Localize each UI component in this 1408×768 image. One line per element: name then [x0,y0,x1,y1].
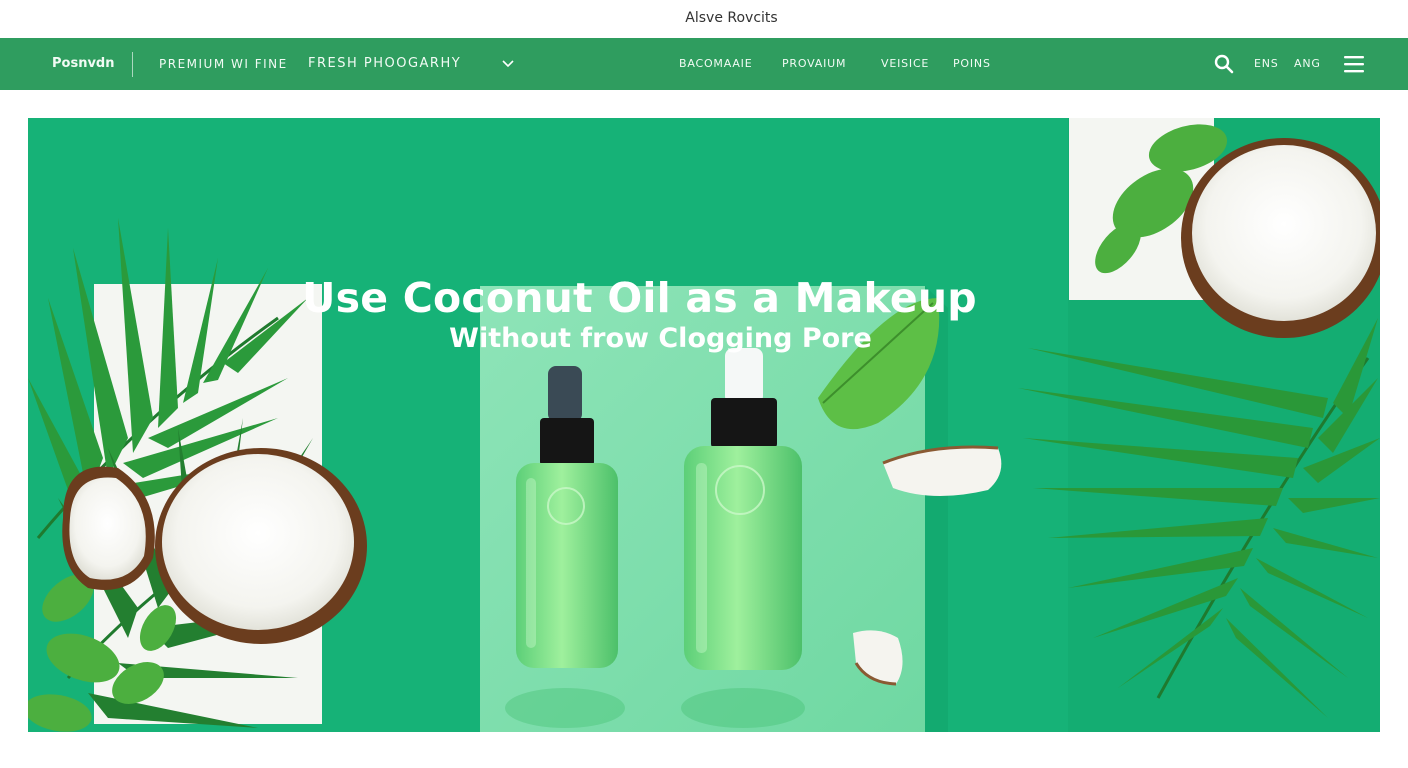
hero-title: Use Coconut Oil as a Makeup [302,274,977,322]
brand-logo[interactable]: Posnvdn [52,38,115,90]
hamburger-menu-icon[interactable] [1343,54,1365,74]
search-icon[interactable] [1214,54,1234,74]
hero-banner: Use Coconut Oil as a Makeup Without frow… [28,118,1380,732]
nav-item-4[interactable]: POINS [953,38,991,90]
nav-divider [132,52,133,77]
nav-item-fresh[interactable]: FRESH PHOOGARHY [308,38,461,90]
top-header: Alsve Rovcits [0,0,1408,38]
nav-item-1[interactable]: BACOMAAIE [679,38,752,90]
nav-item-3[interactable]: VEISICE [881,38,929,90]
chevron-down-icon[interactable] [500,57,516,71]
site-title[interactable]: Alsve Rovcits [685,10,777,26]
nav-item-2[interactable]: PROVAIUM [782,38,846,90]
nav-item-premium[interactable]: PREMIUM WI FINE [159,38,288,90]
nav-item-lang-2[interactable]: ANG [1294,38,1321,90]
nav-item-lang-1[interactable]: ENS [1254,38,1279,90]
main-navbar: Posnvdn PREMIUM WI FINE FRESH PHOOGARHY … [0,38,1408,90]
hero-subtitle: Without frow Clogging Pore [449,323,872,354]
hero-image [28,118,1380,732]
coconut-left-large [155,448,367,644]
